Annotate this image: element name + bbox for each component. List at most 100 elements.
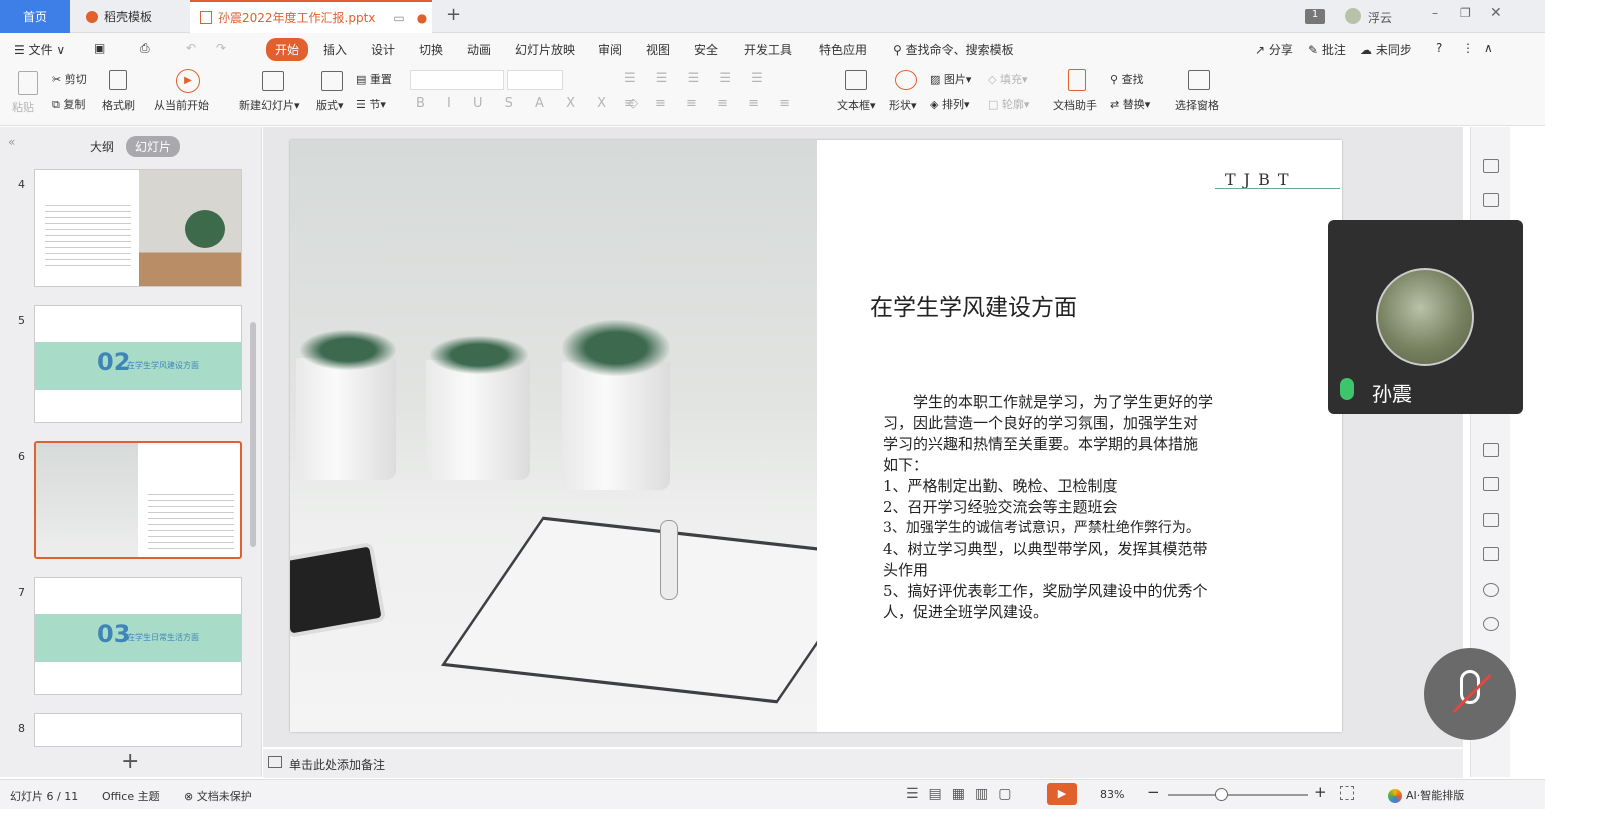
font-format-icons[interactable]: B I U S A X X ◇ (416, 96, 647, 111)
section-button[interactable]: ☰ 节▾ (356, 96, 386, 112)
slide-thumbnail-8[interactable] (34, 713, 242, 747)
layout-button[interactable]: 版式▾ (316, 97, 344, 113)
new-slide-icon[interactable] (262, 71, 284, 91)
play-icon[interactable]: ▶ (176, 69, 200, 93)
archive-icon[interactable] (1483, 477, 1499, 491)
format-brush-button[interactable]: 格式刷 (102, 97, 135, 113)
ai-layout-button[interactable]: AI·智能排版 (1388, 787, 1464, 803)
redo-icon[interactable]: ↷ (216, 41, 226, 55)
slide-6[interactable]: TJBT 在学生学风建设方面 学生的本职工作就是学习，为了学生更好的学 习，因此… (290, 140, 1342, 732)
picture-button[interactable]: ▨ 图片▾ (930, 71, 971, 87)
shield-icon[interactable] (1483, 583, 1499, 597)
slide-body-text[interactable]: 学生的本职工作就是学习，为了学生更好的学 习，因此营造一个良好的学习氛围，加强学… (883, 392, 1303, 623)
font-size-select[interactable] (507, 70, 563, 90)
menu-animation[interactable]: 动画 (467, 41, 491, 58)
close-icon[interactable]: ✕ (1490, 5, 1502, 21)
new-slide-button[interactable]: 新建幻灯片▾ (239, 97, 300, 113)
history-icon[interactable] (1483, 617, 1499, 631)
mute-mic-button[interactable] (1424, 648, 1516, 740)
file-menu[interactable]: ☰ 文件 ∨ (14, 41, 65, 58)
tab-daoke-templates[interactable]: 稻壳模板 (72, 0, 188, 33)
user-name[interactable]: 浮云 (1368, 9, 1392, 26)
share-button[interactable]: ↗ 分享 (1255, 41, 1293, 58)
sync-button[interactable]: ☁ 未同步 (1360, 41, 1412, 58)
notes-placeholder[interactable]: 单击此处添加备注 (289, 756, 385, 773)
slide-thumbnail-4[interactable] (34, 169, 242, 287)
zoom-slider-knob[interactable] (1215, 788, 1228, 801)
slides-tab[interactable]: 幻灯片 (126, 136, 181, 157)
notes-bar[interactable]: 单击此处添加备注 (263, 749, 1463, 778)
zoom-in-icon[interactable]: + (1314, 783, 1327, 801)
fit-window-icon[interactable] (1340, 786, 1354, 800)
theme-name[interactable]: Office 主题 (102, 788, 160, 804)
fill-button[interactable]: ◇ 填充▾ (988, 71, 1028, 87)
doc-helper-icon[interactable] (1068, 69, 1086, 91)
align-icons[interactable]: ≡ ≡ ≡ ≡ ≡ ≡ (624, 96, 798, 111)
outline-button[interactable]: □ 轮廓▾ (988, 96, 1029, 112)
minimize-icon[interactable]: – (1432, 6, 1438, 20)
copy-layer-icon[interactable] (1483, 193, 1499, 207)
layout-icon[interactable] (321, 71, 343, 91)
menu-transition[interactable]: 切换 (419, 41, 443, 58)
user-avatar[interactable] (1345, 8, 1361, 24)
paragraph-icons[interactable]: ☰ ☰ ☰ ☰ ☰ (624, 71, 771, 86)
find-button[interactable]: ⚲ 查找 (1110, 71, 1144, 87)
cut-button[interactable]: ✂ 剪切 (52, 71, 87, 87)
slideshow-play-button[interactable]: ▶ (1047, 783, 1077, 805)
menu-review[interactable]: 审阅 (598, 41, 622, 58)
menu-view[interactable]: 视图 (646, 41, 670, 58)
menu-design[interactable]: 设计 (371, 41, 395, 58)
zoom-out-icon[interactable]: − (1147, 783, 1160, 801)
tab-home[interactable]: 首页 (0, 0, 70, 33)
menu-insert[interactable]: 插入 (323, 41, 347, 58)
more-icon[interactable]: ⋮ (1462, 41, 1474, 55)
tab-document[interactable]: 孙震2022年度工作汇报.pptx ▭ ● (190, 0, 432, 33)
font-family-select[interactable] (410, 70, 504, 90)
select-pane-icon[interactable] (1188, 70, 1210, 90)
share-export-icon[interactable] (1483, 443, 1499, 457)
slide-thumbnail-6-selected[interactable] (34, 441, 242, 559)
add-slide-icon[interactable]: + (121, 749, 139, 774)
monitor-icon[interactable]: ▭ (393, 11, 404, 25)
slide-thumbnail-5[interactable]: 02 在学生学风建设方面 (34, 305, 242, 423)
restore-icon[interactable]: ❐ (1460, 6, 1471, 20)
doc-helper-button[interactable]: 文档助手 (1053, 97, 1097, 113)
image-icon[interactable] (1483, 513, 1499, 527)
zoom-slider[interactable] (1168, 794, 1308, 796)
collapse-ribbon-icon[interactable]: ∧ (1484, 41, 1493, 55)
outline-tab[interactable]: 大纲 (90, 138, 114, 155)
help-icon[interactable]: ? (1436, 41, 1442, 55)
collapse-panel-icon[interactable]: « (8, 135, 15, 149)
scrollbar-thumb[interactable] (250, 322, 256, 547)
arrange-button[interactable]: ◈ 排列▾ (930, 96, 970, 112)
copy-button[interactable]: ⧉ 复制 (52, 96, 85, 112)
play-from-current-button[interactable]: 从当前开始 (154, 97, 209, 113)
menu-start[interactable]: 开始 (266, 38, 309, 61)
shape-icon[interactable] (895, 70, 917, 90)
reset-button[interactable]: ▤ 重置 (356, 71, 392, 87)
sound-icon[interactable] (1483, 547, 1499, 561)
menu-slideshow[interactable]: 幻灯片放映 (515, 41, 575, 58)
format-brush-icon[interactable] (109, 70, 127, 90)
print-icon[interactable]: ⎙ (140, 41, 150, 56)
replace-button[interactable]: ⇄ 替换▾ (1110, 96, 1150, 112)
comment-button[interactable]: ✎ 批注 (1308, 41, 1346, 58)
textbox-button[interactable]: 文本框▾ (837, 97, 876, 113)
video-call-tile[interactable]: 孙震 (1328, 220, 1523, 414)
window-count-badge[interactable]: 1 (1305, 9, 1325, 24)
paste-icon[interactable] (18, 71, 38, 95)
menu-security[interactable]: 安全 (694, 41, 718, 58)
save-icon[interactable]: ▣ (94, 41, 105, 55)
view-mode-icons[interactable]: ☰▤▦▥▢ (906, 786, 1021, 802)
new-tab-button[interactable]: + (446, 4, 461, 25)
protect-status[interactable]: ⊗ 文档未保护 (184, 788, 252, 804)
menu-features[interactable]: 特色应用 (819, 41, 867, 58)
menu-devtools[interactable]: 开发工具 (744, 41, 792, 58)
pin-icon[interactable] (1483, 159, 1499, 173)
select-pane-button[interactable]: 选择窗格 (1175, 97, 1219, 113)
shape-button[interactable]: 形状▾ (889, 97, 917, 113)
zoom-level[interactable]: 83% (1100, 788, 1124, 801)
slide-thumbnail-7[interactable]: 03 在学生日常生活方面 (34, 577, 242, 695)
command-search[interactable]: ⚲ 查找命令、搜索模板 (893, 41, 1014, 58)
slide-title[interactable]: 在学生学风建设方面 (870, 288, 1077, 322)
